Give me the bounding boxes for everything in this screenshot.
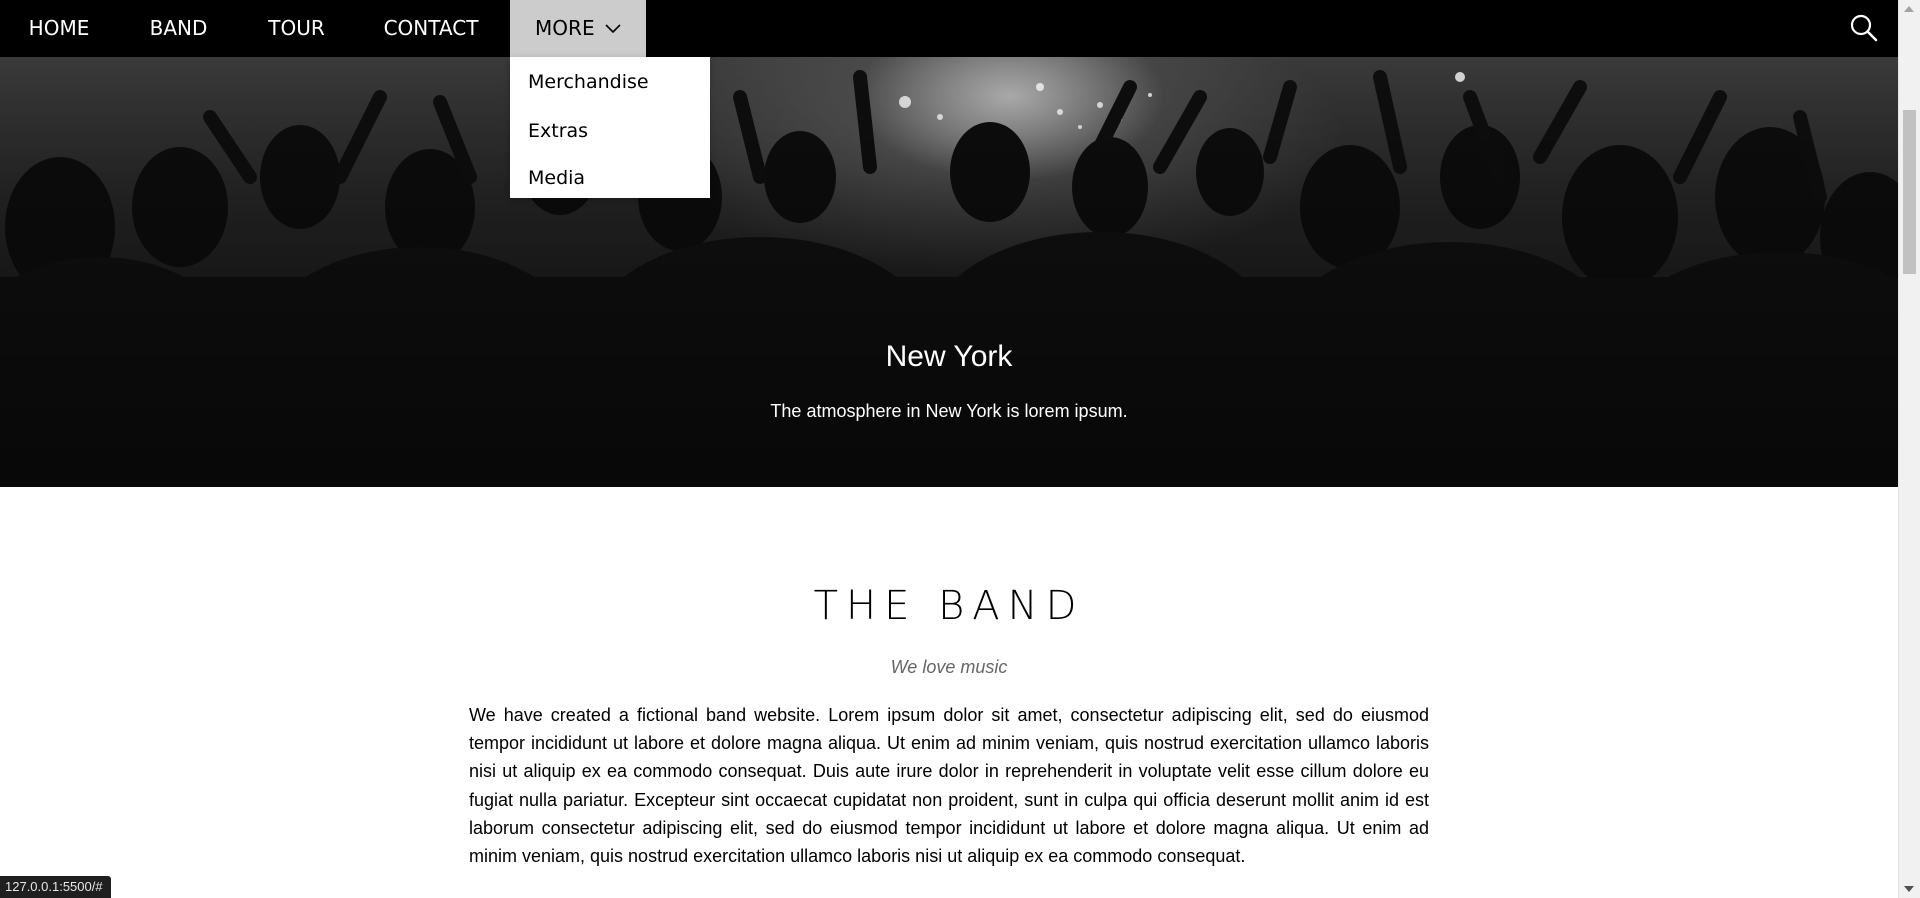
concert-crowd-image [0,57,1898,487]
scroll-down-arrow-icon[interactable] [1904,886,1914,892]
nav-contact[interactable]: CONTACT [358,0,504,57]
more-dropdown-menu: Merchandise Extras Media [510,57,710,198]
nav-home[interactable]: HOME [0,0,118,57]
search-icon [1848,14,1880,48]
search-button[interactable] [1848,12,1880,44]
scroll-up-arrow-icon[interactable] [1904,6,1914,12]
nav-band[interactable]: BAND [122,0,235,57]
scrollbar-thumb[interactable] [1903,110,1916,274]
browser-status-url: 127.0.0.1:5500/# [0,876,111,898]
page-scrollbar[interactable] [1898,0,1920,898]
hero-slide: New York The atmosphere in New York is l… [0,57,1898,487]
hero-title: New York [885,340,1013,373]
band-section-subtitle: We love music [890,657,1008,677]
hero-subtitle: The atmosphere in New York is lorem ipsu… [770,401,1128,421]
dropdown-item-media[interactable]: Media [510,155,710,202]
chevron-down-icon [605,0,621,56]
nav-more-label: MORE [535,16,595,40]
nav-more-dropdown-toggle[interactable]: MORE [510,0,646,57]
dropdown-item-merchandise[interactable]: Merchandise [510,57,710,108]
band-description: We have created a fictional band website… [469,705,1429,867]
dropdown-item-extras[interactable]: Extras [510,108,710,155]
top-navbar: HOME BAND TOUR CONTACT MORE [0,0,1898,57]
band-section-title: THE BAND [813,583,1085,629]
nav-tour[interactable]: TOUR [244,0,349,57]
